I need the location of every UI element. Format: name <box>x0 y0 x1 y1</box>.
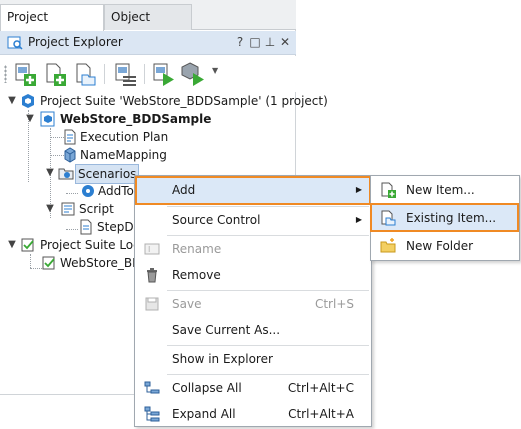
menu-item-show-in-explorer[interactable]: Show in Explorer <box>136 346 370 372</box>
add-highlight-outline <box>135 176 371 205</box>
tree-label-scenarios: Scenarios <box>75 164 140 184</box>
menu-item-rename[interactable]: I Rename <box>136 236 370 262</box>
project-suite-icon <box>22 94 34 108</box>
tree-label-execution-plan: Execution Plan <box>80 130 169 144</box>
menu-label-rename: Rename <box>172 242 222 256</box>
tree-label-project: WebStore_BDDSample <box>60 112 212 126</box>
toolbar-grip[interactable] <box>4 65 7 83</box>
rename-icon: I <box>144 243 160 255</box>
menu-label-save: Save <box>172 297 202 311</box>
properties-icon[interactable] <box>112 61 138 87</box>
submenu-label-new-item: New Item... <box>406 183 475 197</box>
logs-icon <box>21 238 34 252</box>
scenarios-folder-icon <box>58 168 74 180</box>
workspace-tabs: Project Workspace Object Browser <box>0 0 296 48</box>
submenu-item-new-item[interactable]: New Item... <box>372 177 518 203</box>
menu-label-collapse-all: Collapse All <box>172 381 242 395</box>
tree-label-script: Script <box>79 202 114 216</box>
menu-item-expand-all[interactable]: Expand All Ctrl+Alt+A <box>136 401 370 427</box>
expand-all-shortcut: Ctrl+Alt+A <box>288 407 354 421</box>
log-icon <box>42 256 55 270</box>
tree-item-project[interactable]: ▼ WebStore_BDDSample <box>0 110 296 128</box>
toolbar-separator <box>104 64 105 84</box>
feature-file-icon <box>82 185 94 197</box>
tree-item-execution-plan[interactable]: Execution Plan <box>0 128 296 146</box>
svg-text:I: I <box>148 245 150 254</box>
trash-icon <box>147 268 157 283</box>
collapse-chevron-icon[interactable]: ▼ <box>6 236 18 254</box>
tree-item-name-mapping[interactable]: NameMapping <box>0 146 296 164</box>
add-existing-item-icon[interactable] <box>72 61 98 87</box>
tree-label-project-suite-logs: Project Suite Logs <box>40 238 148 252</box>
add-project-suite-icon[interactable] <box>12 61 38 87</box>
toolbar-separator <box>144 64 145 84</box>
collapse-chevron-icon[interactable]: ▼ <box>44 200 56 218</box>
menu-item-save[interactable]: Save Ctrl+S <box>136 291 370 317</box>
menu-label-source-control: Source Control <box>172 213 261 227</box>
script-unit-icon <box>80 219 92 235</box>
new-folder-icon <box>380 238 396 253</box>
submenu-arrow-icon: ▶ <box>355 215 362 224</box>
submenu-label-new-folder: New Folder <box>406 239 474 253</box>
panel-title: Project Explorer <box>28 35 123 49</box>
collapse-all-icon <box>144 381 160 394</box>
tree-label-name-mapping: NameMapping <box>80 148 167 162</box>
existing-item-highlight-outline <box>370 203 519 232</box>
execution-plan-icon <box>64 129 76 145</box>
menu-item-save-current-as[interactable]: Save Current As... <box>136 317 370 343</box>
collapse-chevron-icon[interactable]: ▼ <box>6 92 18 110</box>
context-menu: Add ▶ Source Control ▶ I Rename Remove S… <box>134 175 372 427</box>
menu-item-collapse-all[interactable]: Collapse All Ctrl+Alt+C <box>136 375 370 401</box>
menu-item-remove[interactable]: Remove <box>136 262 370 288</box>
menu-label-remove: Remove <box>172 268 221 282</box>
name-mapping-icon <box>64 147 76 163</box>
pin-icon[interactable]: ⊥ <box>264 35 276 49</box>
tree-label-project-suite: Project Suite 'WebStore_BDDSample' (1 pr… <box>40 94 328 108</box>
expand-all-icon <box>144 406 160 422</box>
project-explorer-titlebar: Project Explorer ? □ ⊥ ✕ <box>0 31 296 55</box>
new-item-icon <box>381 182 396 198</box>
tree-item-project-suite[interactable]: ▼ Project Suite 'WebStore_BDDSample' (1 … <box>0 92 328 110</box>
project-icon <box>40 111 55 127</box>
float-icon[interactable]: □ <box>249 35 261 49</box>
tab-project-workspace[interactable]: Project Workspace <box>0 4 104 48</box>
menu-label-show-in-explorer: Show in Explorer <box>172 352 273 366</box>
run-dropdown-chevron-icon[interactable]: ▼ <box>212 66 218 75</box>
collapse-all-shortcut: Ctrl+Alt+C <box>287 381 354 395</box>
tab-object-browser[interactable]: Object Browser <box>104 4 192 48</box>
explorer-toolbar: ▼ <box>0 56 296 92</box>
submenu-item-new-folder[interactable]: New Folder <box>372 233 518 259</box>
run-project-icon[interactable] <box>150 61 176 87</box>
menu-label-expand-all: Expand All <box>172 407 236 421</box>
project-explorer-icon <box>7 36 23 50</box>
save-shortcut: Ctrl+S <box>314 297 354 311</box>
menu-label-save-current-as: Save Current As... <box>172 323 281 337</box>
add-new-item-icon[interactable] <box>42 61 68 87</box>
collapse-chevron-icon[interactable]: ▼ <box>24 110 36 128</box>
run-suite-icon[interactable] <box>180 61 206 87</box>
close-icon[interactable]: ✕ <box>279 35 291 49</box>
menu-item-source-control[interactable]: Source Control ▶ <box>136 207 370 233</box>
collapse-chevron-icon[interactable]: ▼ <box>44 164 56 182</box>
help-icon[interactable]: ? <box>234 35 246 49</box>
script-folder-icon <box>61 202 75 216</box>
save-icon <box>145 297 159 311</box>
